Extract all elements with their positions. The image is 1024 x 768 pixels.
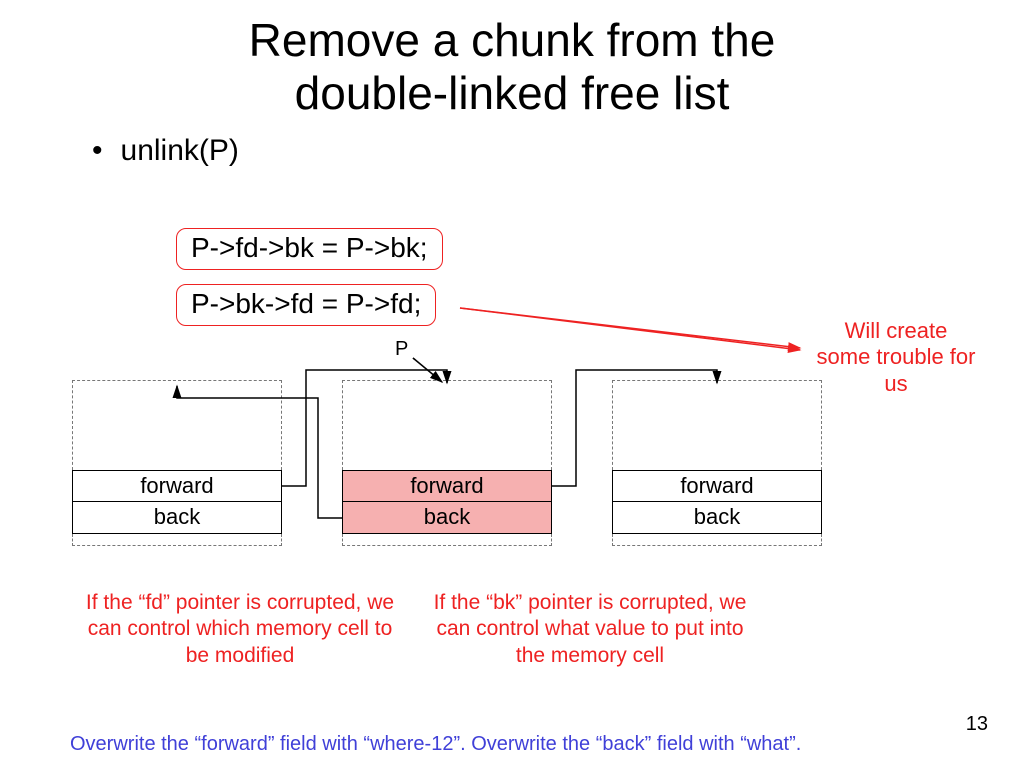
chunk-right: forward back <box>612 380 822 546</box>
code-line-1: P->fd->bk = P->bk; <box>176 228 443 270</box>
chunk-left-forward: forward <box>72 470 282 502</box>
chunk-left-back: back <box>72 502 282 534</box>
chunk-right-back: back <box>612 502 822 534</box>
code-line-2: P->bk->fd = P->fd; <box>176 284 436 326</box>
linked-list-diagram: forward back forward back forward back <box>72 380 952 570</box>
title-line2: double-linked free list <box>295 67 730 119</box>
chunk-right-forward: forward <box>612 470 822 502</box>
chunk-middle: forward back <box>342 380 552 546</box>
title-line1: Remove a chunk from the <box>249 14 776 66</box>
caption-bk-corrupted: If the “bk” pointer is corrupted, we can… <box>430 590 750 669</box>
caption-fd-corrupted: If the “fd” pointer is corrupted, we can… <box>80 590 400 669</box>
chunk-mid-back: back <box>342 502 552 534</box>
bullet-unlink: unlink(P) <box>0 134 1024 168</box>
page-number: 13 <box>966 713 988 736</box>
p-label: P <box>395 338 408 361</box>
slide-title: Remove a chunk from the double-linked fr… <box>0 0 1024 120</box>
overwrite-note: Overwrite the “forward” field with “wher… <box>70 733 801 756</box>
chunk-left: forward back <box>72 380 282 546</box>
trouble-annotation: Will create some trouble for us <box>816 318 976 397</box>
chunk-mid-forward: forward <box>342 470 552 502</box>
